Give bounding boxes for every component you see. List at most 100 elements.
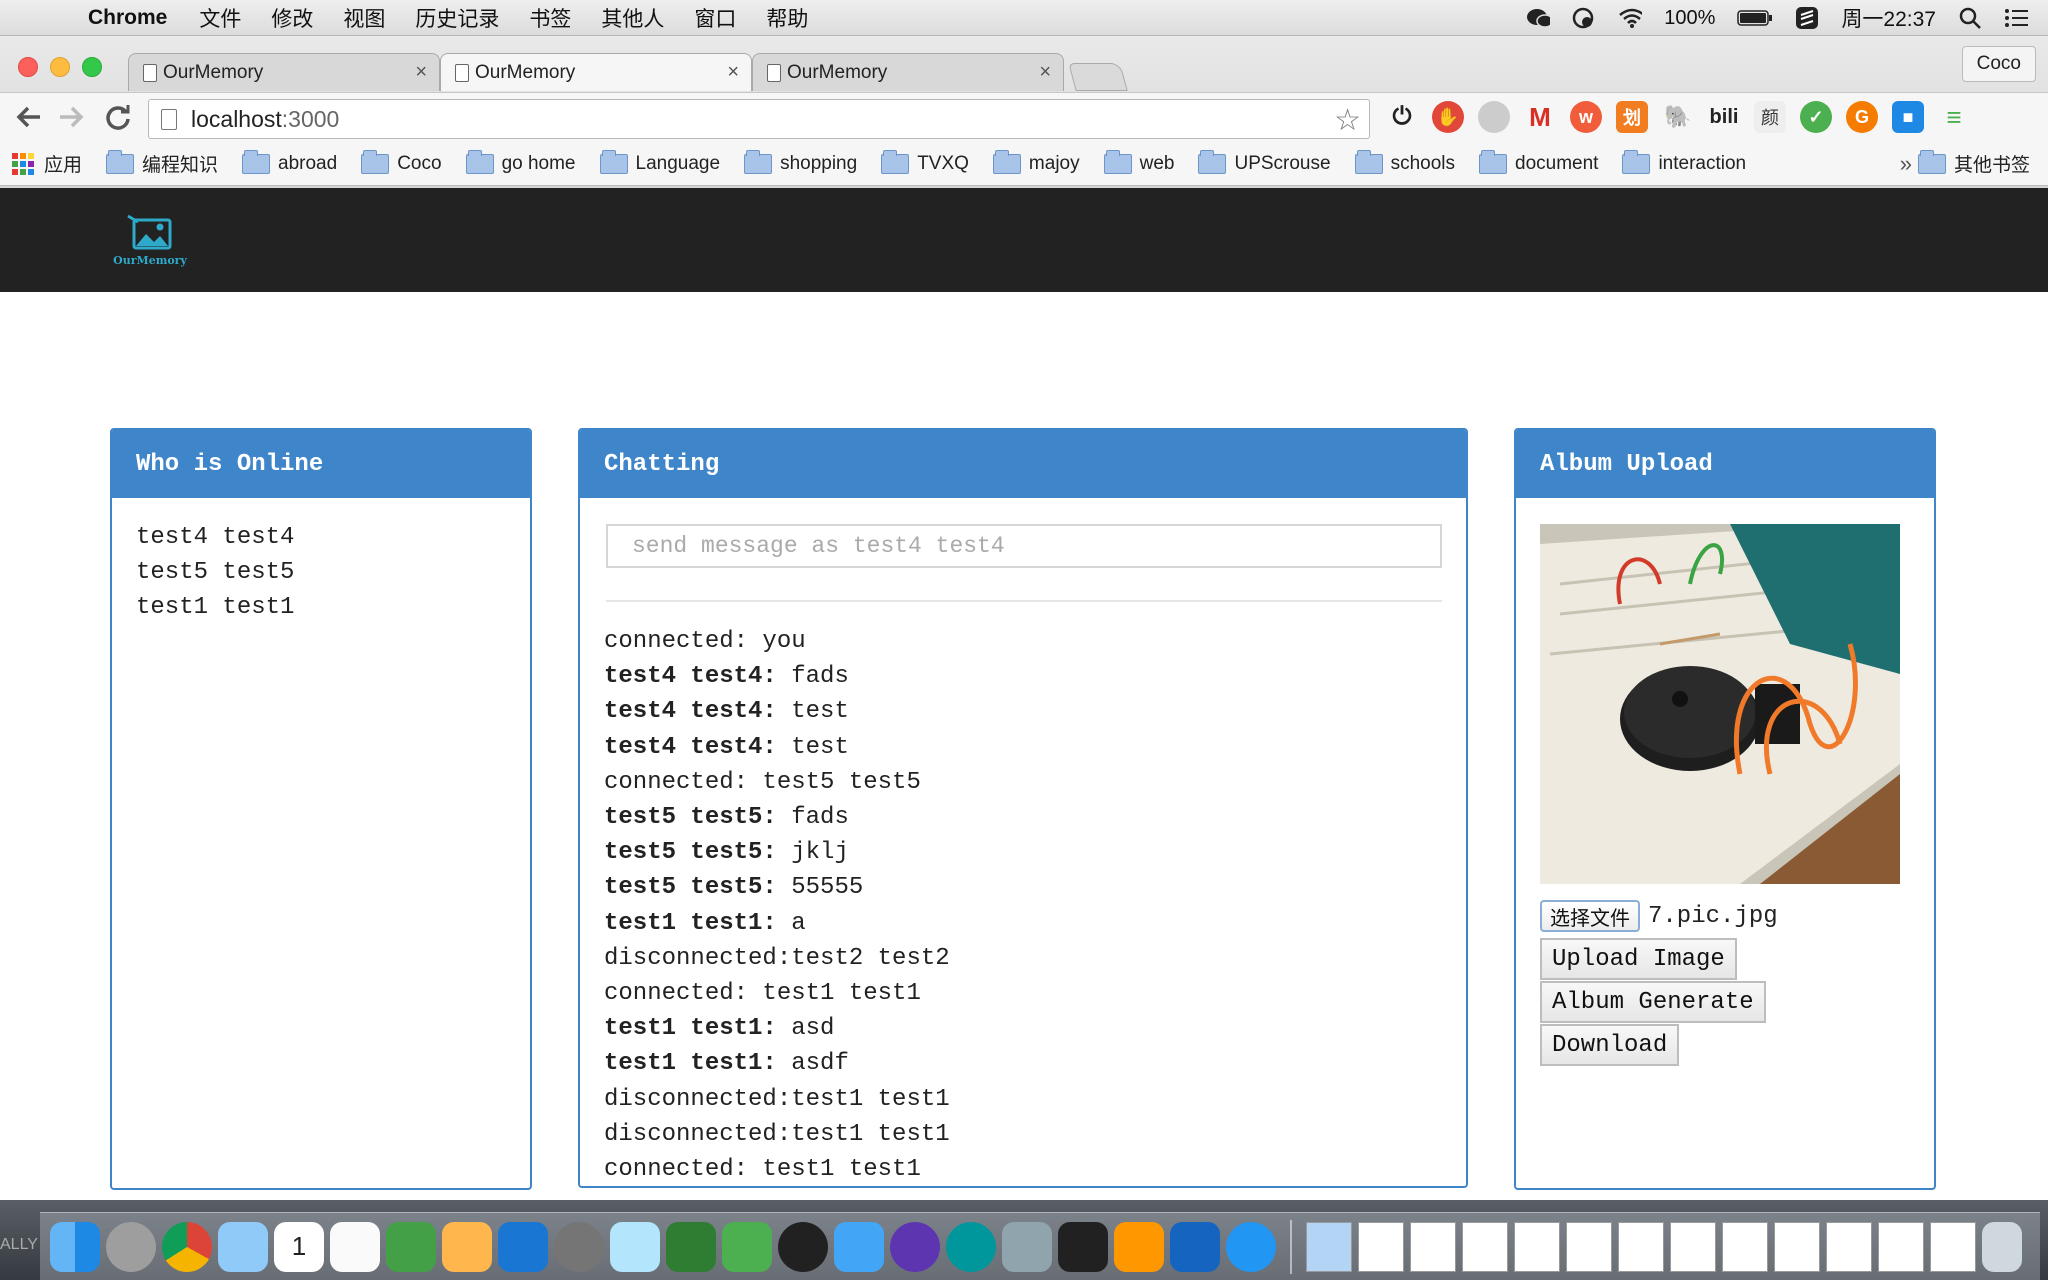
window-close-button[interactable]: [18, 57, 38, 77]
browser-tab-2-active[interactable]: OurMemory ×: [440, 53, 752, 91]
sublime-status-icon[interactable]: [1795, 7, 1819, 29]
new-tab-button[interactable]: [1068, 63, 1128, 91]
forward-arrow-icon[interactable]: [58, 103, 86, 138]
eclipse-icon[interactable]: [890, 1221, 940, 1272]
minimized-window-thumbnail[interactable]: [1670, 1221, 1716, 1272]
menubar-clock[interactable]: 周一22:37: [1841, 3, 1936, 33]
evernote-icon[interactable]: [666, 1221, 716, 1272]
minimized-window-thumbnail[interactable]: [1826, 1221, 1872, 1272]
menu-edit[interactable]: 修改: [271, 3, 313, 33]
color-extension-icon[interactable]: 颜: [1754, 101, 1786, 133]
battery-icon[interactable]: [1737, 7, 1773, 29]
chrome-menu-icon[interactable]: ≡: [1938, 101, 1970, 133]
sublime-text-icon[interactable]: [1114, 1221, 1164, 1272]
profile-button[interactable]: Coco: [1961, 46, 2036, 82]
wechat-icon[interactable]: [722, 1221, 772, 1272]
minimized-window-thumbnail[interactable]: [1514, 1221, 1560, 1272]
window-minimize-button[interactable]: [50, 57, 70, 77]
system-preferences-icon[interactable]: [554, 1221, 604, 1272]
back-arrow-icon[interactable]: [14, 103, 42, 138]
reload-icon[interactable]: [104, 103, 132, 138]
mail-icon[interactable]: [218, 1221, 268, 1272]
browser-tab-1[interactable]: OurMemory ×: [128, 53, 440, 91]
bookmark-folder[interactable]: document: [1479, 149, 1598, 175]
bilibili-extension-icon[interactable]: bili: [1708, 101, 1740, 133]
calendar-icon[interactable]: 1: [274, 1221, 324, 1272]
bookmark-apps[interactable]: 应用: [12, 150, 82, 177]
album-generate-button[interactable]: Album Generate: [1540, 981, 1766, 1023]
bookmark-folder[interactable]: interaction: [1622, 149, 1746, 175]
word-icon[interactable]: [1170, 1221, 1220, 1272]
minimized-window-thumbnail[interactable]: [1618, 1221, 1664, 1272]
orange-extension-icon[interactable]: G: [1846, 101, 1878, 133]
menu-bookmarks[interactable]: 书签: [529, 3, 571, 33]
translate-extension-icon[interactable]: 划: [1616, 101, 1648, 133]
bookmark-folder[interactable]: shopping: [744, 149, 857, 175]
bookmark-folder[interactable]: abroad: [242, 149, 337, 175]
preview-icon[interactable]: [610, 1221, 660, 1272]
browser-tab-3[interactable]: OurMemory ×: [752, 53, 1064, 91]
minimized-window-thumbnail[interactable]: [1774, 1221, 1820, 1272]
downloads-stack-icon[interactable]: [1306, 1221, 1352, 1272]
bookmark-folder[interactable]: TVXQ: [881, 149, 969, 175]
page-info-icon[interactable]: [161, 109, 177, 130]
chat-message-input[interactable]: send message as test4 test4: [606, 524, 1442, 568]
wechat-status-icon[interactable]: [1526, 7, 1551, 29]
finder-icon[interactable]: [50, 1221, 100, 1272]
weibo-extension-icon[interactable]: w: [1570, 101, 1602, 133]
messenger-icon[interactable]: [1226, 1221, 1276, 1272]
xcode-icon[interactable]: [834, 1221, 884, 1272]
minimized-window-thumbnail[interactable]: [1722, 1221, 1768, 1272]
bookmark-folder[interactable]: Coco: [361, 149, 442, 175]
bookmark-folder[interactable]: web: [1103, 149, 1174, 175]
minimized-window-thumbnail[interactable]: [1410, 1221, 1456, 1272]
globe-extension-icon[interactable]: [1478, 101, 1510, 133]
minimized-window-thumbnail[interactable]: [1358, 1221, 1404, 1272]
gmail-extension-icon[interactable]: M: [1524, 101, 1556, 133]
keynote-icon[interactable]: [498, 1221, 548, 1272]
spotlight-search-icon[interactable]: [1958, 7, 1982, 29]
app-extension-icon[interactable]: ■: [1892, 101, 1924, 133]
image-capture-icon[interactable]: [1002, 1221, 1052, 1272]
menu-people[interactable]: 其他人: [601, 3, 664, 33]
download-button[interactable]: Download: [1540, 1024, 1680, 1066]
menu-help[interactable]: 帮助: [766, 3, 808, 33]
minimized-window-thumbnail[interactable]: [1878, 1221, 1924, 1272]
upload-image-button[interactable]: Upload Image: [1540, 938, 1737, 980]
chrome-icon[interactable]: [162, 1221, 212, 1272]
ourmemory-logo[interactable]: OurMemory: [112, 214, 188, 270]
bookmark-star-icon[interactable]: ☆: [1334, 103, 1361, 138]
p3-icon[interactable]: [778, 1221, 828, 1272]
window-zoom-button[interactable]: [82, 57, 102, 77]
minimized-window-thumbnail[interactable]: [1462, 1221, 1508, 1272]
bookmark-folder[interactable]: UPScrouse: [1198, 149, 1331, 175]
launchpad-icon[interactable]: [106, 1221, 156, 1272]
address-bar[interactable]: localhost:3000 ☆: [148, 99, 1370, 139]
bookmark-folder[interactable]: go home: [465, 149, 576, 175]
facetime-icon[interactable]: [386, 1221, 436, 1272]
notification-center-icon[interactable]: [2004, 7, 2028, 29]
menu-view[interactable]: 视图: [343, 3, 385, 33]
tab-close-icon[interactable]: ×: [1039, 61, 1051, 84]
evernote-extension-icon[interactable]: 🐘: [1662, 101, 1694, 133]
bookmark-folder[interactable]: schools: [1354, 149, 1455, 175]
other-bookmarks[interactable]: 其他书签: [1917, 149, 2030, 177]
terminal-icon[interactable]: [1058, 1221, 1108, 1272]
menu-history[interactable]: 历史记录: [415, 3, 499, 33]
bookmark-folder[interactable]: 编程知识: [106, 149, 218, 177]
adblock-extension-icon[interactable]: ✋: [1432, 101, 1464, 133]
choose-file-button[interactable]: 选择文件: [1540, 900, 1640, 932]
wifi-icon[interactable]: [1618, 7, 1643, 29]
arduino-icon[interactable]: [946, 1221, 996, 1272]
minimized-window-thumbnail[interactable]: [1566, 1221, 1612, 1272]
qq-status-icon[interactable]: [1572, 7, 1596, 29]
menu-app-name[interactable]: Chrome: [88, 6, 167, 30]
minimized-window-thumbnail[interactable]: [1930, 1221, 1976, 1272]
pages-icon[interactable]: [442, 1221, 492, 1272]
checkmark-extension-icon[interactable]: ✓: [1800, 101, 1832, 133]
bookmark-folder[interactable]: majoy: [992, 149, 1080, 175]
tab-close-icon[interactable]: ×: [415, 61, 427, 84]
menu-file[interactable]: 文件: [199, 3, 241, 33]
power-extension-icon[interactable]: ⏻: [1386, 101, 1418, 133]
bookmark-folder[interactable]: Language: [599, 149, 720, 175]
